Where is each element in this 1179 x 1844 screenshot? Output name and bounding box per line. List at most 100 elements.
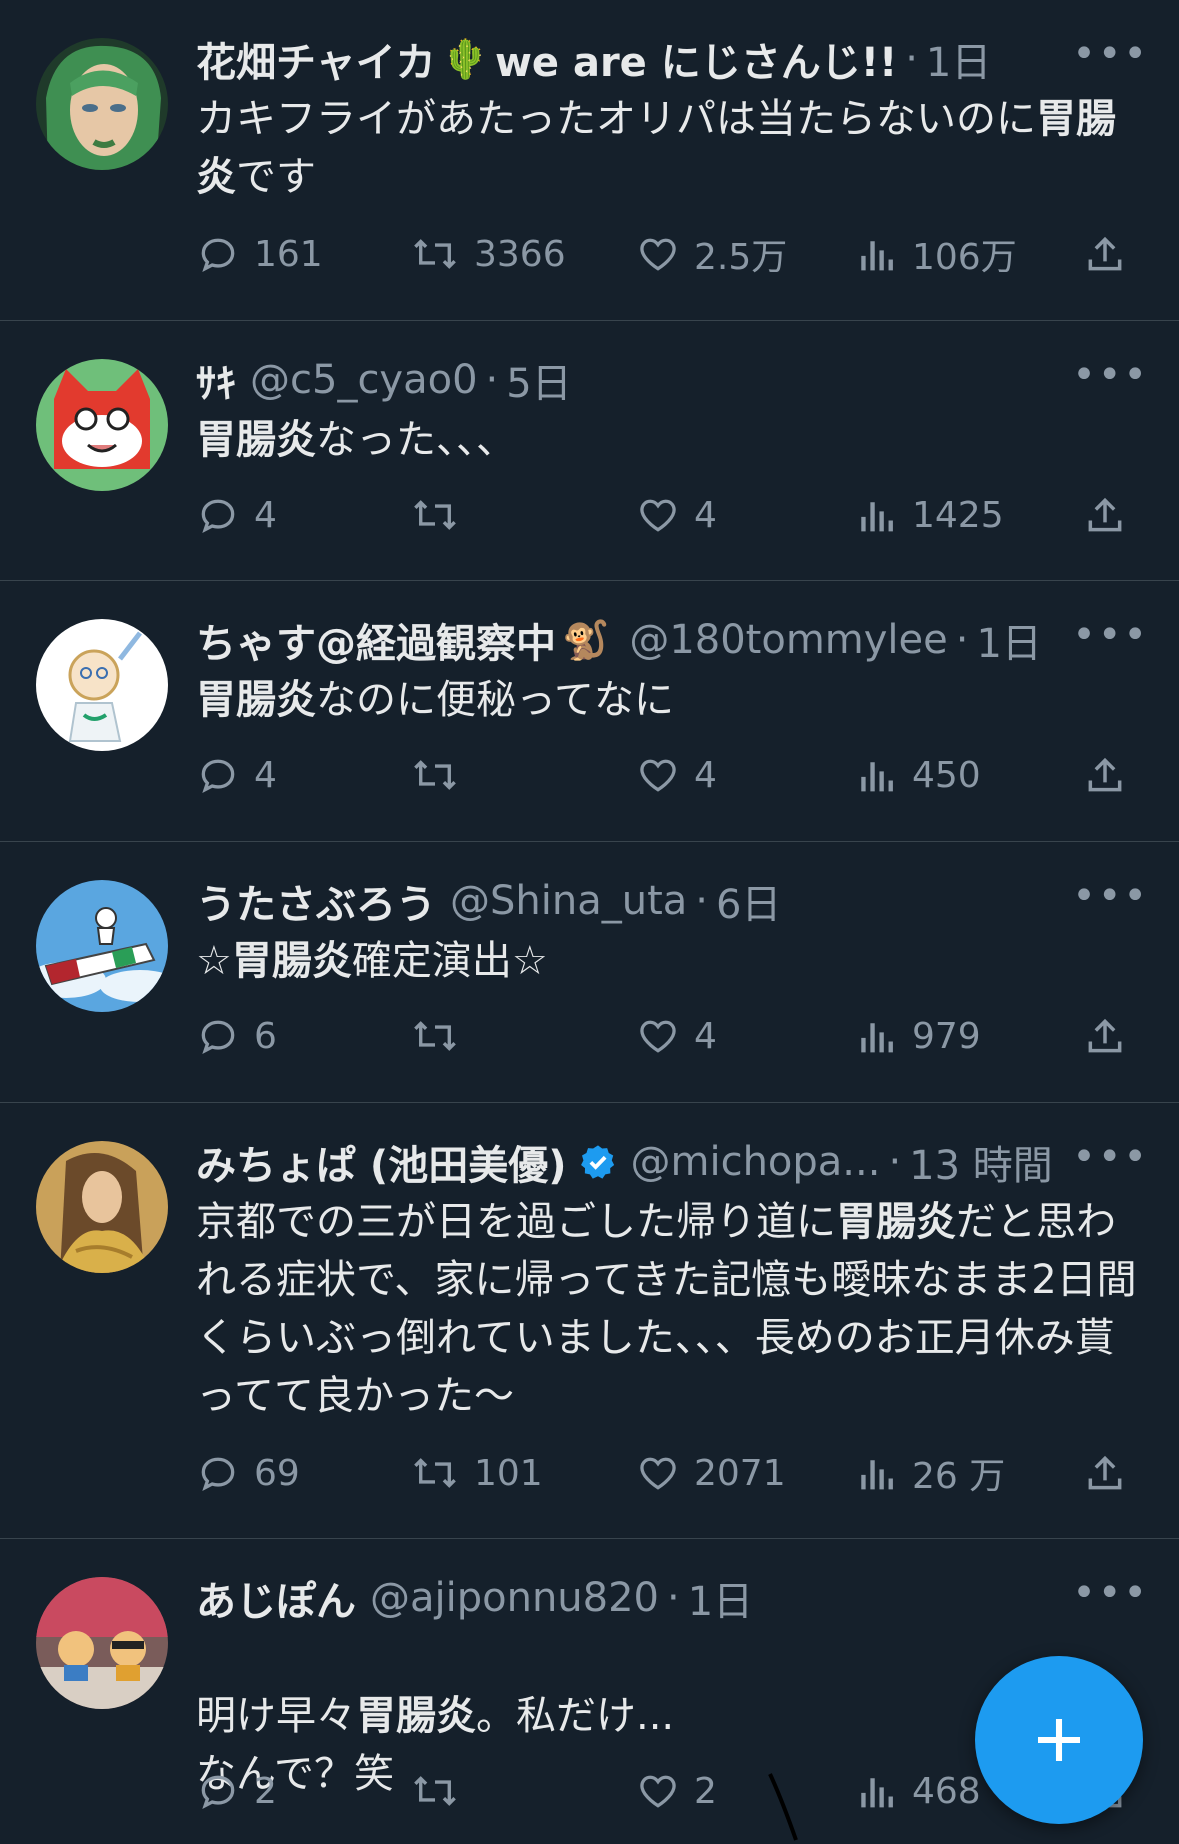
more-options-icon[interactable]: ••• [1072,355,1149,395]
like-count: 2 [694,1770,717,1812]
reply-count: 4 [254,494,277,536]
display-name-suffix[interactable]: we are にじさんじ!! [495,30,897,88]
like-count: 4 [694,494,717,536]
like-button[interactable]: 4 [636,485,717,545]
like-button[interactable]: 2.5万 [636,224,787,284]
display-name[interactable]: ちゃす@経過観察中 [196,611,556,669]
speech-bubble-icon [201,499,235,534]
display-name[interactable]: 花畑チャイカ [196,30,436,88]
speech-bubble-icon [201,238,235,273]
like-button[interactable]: 4 [636,745,717,805]
retweet-arrows-icon [414,1776,456,1806]
avatar[interactable] [36,38,168,170]
tweet-actions: 4 4 450 [196,745,1149,805]
avatar[interactable] [36,880,168,1012]
display-name[interactable]: みちょぱ (池田美優) [196,1133,567,1191]
highlighted-keyword: 胃腸炎 [356,1693,476,1739]
share-button[interactable] [1083,745,1141,805]
user-handle[interactable]: @180tommylee [629,617,947,663]
view-count: 468 [912,1770,981,1812]
speech-bubble-icon [201,1775,235,1810]
retweet-arrows-icon [414,1458,456,1488]
reply-button[interactable]: 161 [196,224,323,284]
user-handle[interactable]: @michopa... [631,1139,881,1185]
heart-icon [640,499,676,532]
highlighted-keyword: 胃腸炎 [231,938,352,984]
user-handle[interactable]: @c5_cyao0 [250,357,478,403]
avatar[interactable] [36,619,168,751]
share-button[interactable] [1083,485,1141,545]
retweet-button[interactable] [410,1761,474,1821]
more-options-icon[interactable]: ••• [1072,34,1149,74]
reply-button[interactable]: 4 [196,485,277,545]
views-button[interactable]: 468 [858,1761,981,1821]
more-options-icon[interactable]: ••• [1072,1573,1149,1613]
view-count: 106万 [912,237,1017,278]
timestamp[interactable]: 13 時間 [909,1133,1053,1191]
speech-bubble-icon [201,759,235,794]
share-button[interactable] [1083,1006,1141,1066]
retweet-button[interactable] [410,485,474,545]
display-name[interactable]: うたさぶろう [196,872,436,930]
tweet[interactable]: ｻｷ @c5_cyao0 · 5日 ••• 胃腸炎なった、、、 4 4 1425 [0,321,1179,581]
retweet-button[interactable] [410,1006,474,1066]
tweet-actions: 161 3366 2.5万 106万 [196,224,1149,284]
retweet-button[interactable]: 101 [410,1443,543,1503]
avatar[interactable] [36,359,168,491]
more-options-icon[interactable]: ••• [1072,876,1149,916]
view-count: 450 [912,754,981,796]
separator-dot: · [955,617,969,663]
tweet[interactable]: みちょぱ (池田美優) @michopa... · 13 時間 ••• 京都での… [0,1103,1179,1539]
like-count: 4 [694,754,717,796]
display-name[interactable]: あじぽん [196,1569,356,1627]
timestamp[interactable]: 1日 [976,611,1041,669]
reply-count: 6 [254,1015,277,1057]
like-count: 4 [694,1015,717,1057]
timestamp[interactable]: 1日 [926,30,991,88]
timestamp[interactable]: 5日 [506,351,571,409]
display-name[interactable]: ｻｷ [196,351,236,409]
retweet-button[interactable] [410,745,474,805]
timestamp[interactable]: 6日 [716,872,781,930]
reply-count: 4 [254,754,277,796]
separator-dot: · [695,878,708,924]
like-button[interactable]: 2071 [636,1443,786,1503]
reply-button[interactable]: 69 [196,1443,300,1503]
reply-button[interactable]: 4 [196,745,277,805]
bar-chart-icon [861,1460,893,1490]
user-handle[interactable]: @Shina_uta [450,878,687,924]
tweet-actions: 69 101 2071 26 万 [196,1443,1149,1503]
user-handle[interactable]: @ajiponnu820 [370,1575,659,1621]
compose-button[interactable] [975,1656,1143,1824]
bar-chart-icon [861,1023,893,1053]
heart-icon [640,238,676,271]
tweet[interactable]: 花畑チャイカ 🌵 we are にじさんじ!! · 1日 ••• カキフライがあ… [0,0,1179,321]
views-button[interactable]: 979 [858,1006,981,1066]
retweet-count: 101 [474,1452,543,1494]
retweet-arrows-icon [414,500,456,530]
reply-button[interactable]: 2 [196,1761,277,1821]
tweet-text: 京都での三が日を過ごした帰り道に胃腸炎だと思われる症状で、家に帰ってきた記憶も曖… [196,1199,1137,1419]
view-count: 26 万 [912,1456,1006,1497]
tweet[interactable]: ちゃす@経過観察中 🐒 @180tommylee · 1日 ••• 胃腸炎なのに… [0,581,1179,842]
timestamp[interactable]: 1日 [688,1569,753,1627]
retweet-button[interactable]: 3366 [410,224,566,284]
share-button[interactable] [1083,224,1141,284]
scribble-mark [768,1773,798,1841]
like-button[interactable]: 4 [636,1006,717,1066]
avatar[interactable] [36,1141,168,1273]
more-options-icon[interactable]: ••• [1072,615,1149,655]
heart-icon [640,1775,676,1808]
cactus-emoji: 🌵 [441,36,489,81]
tweet[interactable]: うたさぶろう @Shina_uta · 6日 ••• ☆胃腸炎確定演出☆ 6 4 [0,842,1179,1103]
like-button[interactable]: 2 [636,1761,717,1821]
views-button[interactable]: 26 万 [858,1443,1005,1503]
more-options-icon[interactable]: ••• [1072,1137,1149,1177]
share-button[interactable] [1083,1443,1141,1503]
views-button[interactable]: 106万 [858,224,1017,284]
views-button[interactable]: 1425 [858,485,1004,545]
reply-button[interactable]: 6 [196,1006,277,1066]
avatar[interactable] [36,1577,168,1709]
reply-count: 161 [254,233,323,275]
views-button[interactable]: 450 [858,745,981,805]
